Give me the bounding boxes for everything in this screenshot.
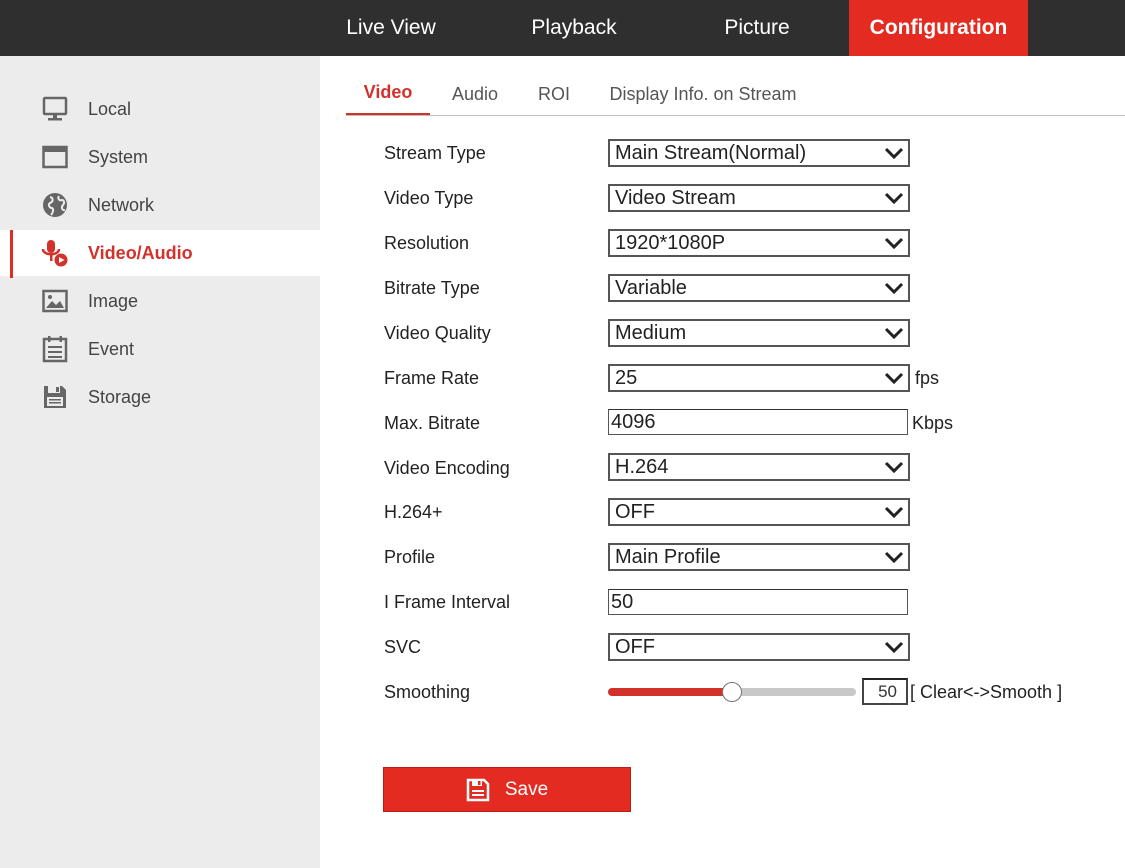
sidebar-item-local[interactable]: Local: [0, 86, 320, 132]
save-button-label: Save: [504, 778, 549, 800]
smoothing-range-label: [ Clear<->Smooth ]: [910, 682, 1063, 702]
tabs-divider: [346, 115, 1125, 116]
globe-icon: [40, 191, 70, 219]
chevron-down-icon: [884, 506, 904, 519]
profile-select[interactable]: Main Profile: [608, 543, 910, 571]
frame-rate-label: Frame Rate: [384, 368, 480, 388]
profile-value: Main Profile: [615, 546, 721, 568]
video-quality-label: Video Quality: [384, 323, 491, 343]
max-bitrate-unit: Kbps: [912, 413, 954, 433]
bitrate-type-value: Variable: [615, 277, 687, 299]
max-bitrate-input[interactable]: 4096: [608, 409, 908, 435]
top-navigation-bar: Live View Playback Picture Configuration: [0, 0, 1125, 56]
nav-playback[interactable]: Playback: [512, 0, 636, 56]
chevron-down-icon: [884, 147, 904, 160]
tab-audio[interactable]: Audio: [442, 80, 508, 116]
video-encoding-value: H.264: [615, 456, 669, 478]
sidebar: Local System Network Video/Audio Image E…: [0, 56, 320, 868]
svc-value: OFF: [615, 636, 655, 658]
sidebar-item-label: System: [88, 146, 149, 167]
sidebar-item-image[interactable]: Image: [0, 278, 320, 324]
smoothing-slider[interactable]: [608, 682, 856, 702]
stream-type-label: Stream Type: [384, 143, 486, 163]
video-encoding-select[interactable]: H.264: [608, 453, 910, 481]
stream-type-select[interactable]: Main Stream(Normal): [608, 139, 910, 167]
video-type-value: Video Stream: [615, 187, 736, 209]
resolution-label: Resolution: [384, 233, 470, 253]
max-bitrate-label: Max. Bitrate: [384, 413, 481, 433]
bitrate-type-label: Bitrate Type: [384, 278, 480, 298]
video-type-select[interactable]: Video Stream: [608, 184, 910, 212]
chevron-down-icon: [884, 641, 904, 654]
h264-plus-label: H.264+: [384, 502, 443, 522]
sidebar-item-label: Network: [88, 194, 155, 215]
smoothing-slider-thumb[interactable]: [722, 682, 742, 702]
i-frame-interval-input[interactable]: 50: [608, 589, 908, 615]
microphone-icon: [40, 239, 70, 267]
image-icon: [40, 287, 70, 315]
calendar-list-icon: [40, 335, 70, 363]
chevron-down-icon: [884, 327, 904, 340]
tab-display-info-on-stream[interactable]: Display Info. on Stream: [600, 80, 806, 116]
nav-picture[interactable]: Picture: [696, 0, 818, 56]
frame-rate-unit: fps: [915, 368, 940, 388]
sidebar-item-network[interactable]: Network: [0, 182, 320, 228]
smoothing-label: Smoothing: [384, 682, 471, 702]
nav-live-view[interactable]: Live View: [330, 0, 452, 56]
nav-configuration[interactable]: Configuration: [849, 0, 1028, 56]
h264-plus-select[interactable]: OFF: [608, 498, 910, 526]
h264-plus-value: OFF: [615, 501, 655, 523]
frame-rate-value: 25: [615, 367, 638, 389]
floppy-disk-icon: [466, 778, 490, 802]
smoothing-slider-fill: [608, 688, 732, 696]
tab-video[interactable]: Video: [346, 80, 430, 116]
sidebar-item-video-audio[interactable]: Video/Audio: [0, 230, 320, 278]
video-quality-select[interactable]: Medium: [608, 319, 910, 347]
sidebar-item-label: Video/Audio: [88, 242, 193, 263]
sidebar-item-event[interactable]: Event: [0, 326, 320, 372]
smoothing-value-input[interactable]: 50: [862, 678, 908, 705]
svc-label: SVC: [384, 637, 422, 657]
sidebar-item-storage[interactable]: Storage: [0, 374, 320, 420]
save-button[interactable]: Save: [383, 767, 631, 812]
i-frame-interval-label: I Frame Interval: [384, 592, 511, 612]
sidebar-item-label: Image: [88, 290, 139, 311]
svc-select[interactable]: OFF: [608, 633, 910, 661]
monitor-icon: [40, 95, 70, 123]
chevron-down-icon: [884, 551, 904, 564]
resolution-select[interactable]: 1920*1080P: [608, 229, 910, 257]
bitrate-type-select[interactable]: Variable: [608, 274, 910, 302]
chevron-down-icon: [884, 282, 904, 295]
sidebar-item-label: Local: [88, 98, 132, 119]
profile-label: Profile: [384, 547, 436, 567]
stream-type-value: Main Stream(Normal): [615, 142, 807, 164]
video-type-label: Video Type: [384, 188, 474, 208]
resolution-value: 1920*1080P: [615, 232, 726, 254]
chevron-down-icon: [884, 461, 904, 474]
chevron-down-icon: [884, 192, 904, 205]
frame-rate-select[interactable]: 25: [608, 364, 910, 392]
chevron-down-icon: [884, 372, 904, 385]
video-quality-value: Medium: [615, 322, 687, 344]
sidebar-item-label: Storage: [88, 386, 152, 407]
chevron-down-icon: [884, 237, 904, 250]
sidebar-item-label: Event: [88, 338, 135, 359]
tab-roi[interactable]: ROI: [530, 80, 578, 116]
video-encoding-label: Video Encoding: [384, 458, 510, 478]
floppy-disk-icon: [40, 383, 70, 411]
window-icon: [40, 143, 70, 171]
sidebar-item-system[interactable]: System: [0, 134, 320, 180]
